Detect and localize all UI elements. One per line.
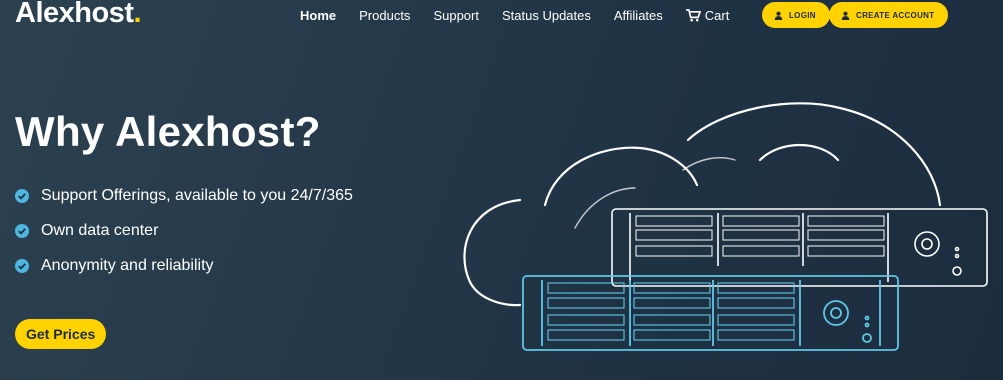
logo-text: Alexhost [15, 0, 134, 29]
check-circle-icon [15, 223, 29, 238]
main-nav: Home Products Support Status Updates Aff… [300, 0, 752, 31]
login-button[interactable]: LOGIN [762, 2, 830, 28]
user-icon [774, 11, 783, 20]
feature-list: Support Offerings, available to you 24/7… [15, 178, 353, 283]
create-account-button[interactable]: CREATE ACCOUNT [829, 2, 949, 28]
cart-icon [685, 9, 701, 22]
logo-dot: . [133, 0, 142, 29]
feature-item: Anonymity and reliability [15, 248, 353, 283]
get-prices-button[interactable]: Get Prices [15, 319, 107, 349]
nav-cart[interactable]: Cart [685, 8, 730, 23]
check-circle-icon [15, 188, 29, 203]
hero-title: Why Alexhost? [15, 108, 321, 155]
user-icon [841, 11, 850, 20]
nav-products[interactable]: Products [359, 8, 410, 23]
login-label: LOGIN [789, 10, 816, 20]
nav-support[interactable]: Support [433, 8, 479, 23]
feature-text: Support Offerings, available to you 24/7… [41, 186, 353, 204]
nav-home[interactable]: Home [300, 8, 336, 23]
cart-label: Cart [704, 8, 730, 23]
nav-affiliates[interactable]: Affiliates [614, 8, 663, 23]
feature-text: Own data center [41, 221, 159, 239]
nav-status-updates[interactable]: Status Updates [502, 8, 591, 23]
feature-text: Anonymity and reliability [41, 256, 214, 274]
check-circle-icon [15, 258, 29, 273]
create-account-label: CREATE ACCOUNT [856, 10, 935, 20]
feature-item: Own data center [15, 213, 353, 248]
logo[interactable]: Alexhost. [15, 0, 142, 30]
feature-item: Support Offerings, available to you 24/7… [15, 178, 353, 213]
